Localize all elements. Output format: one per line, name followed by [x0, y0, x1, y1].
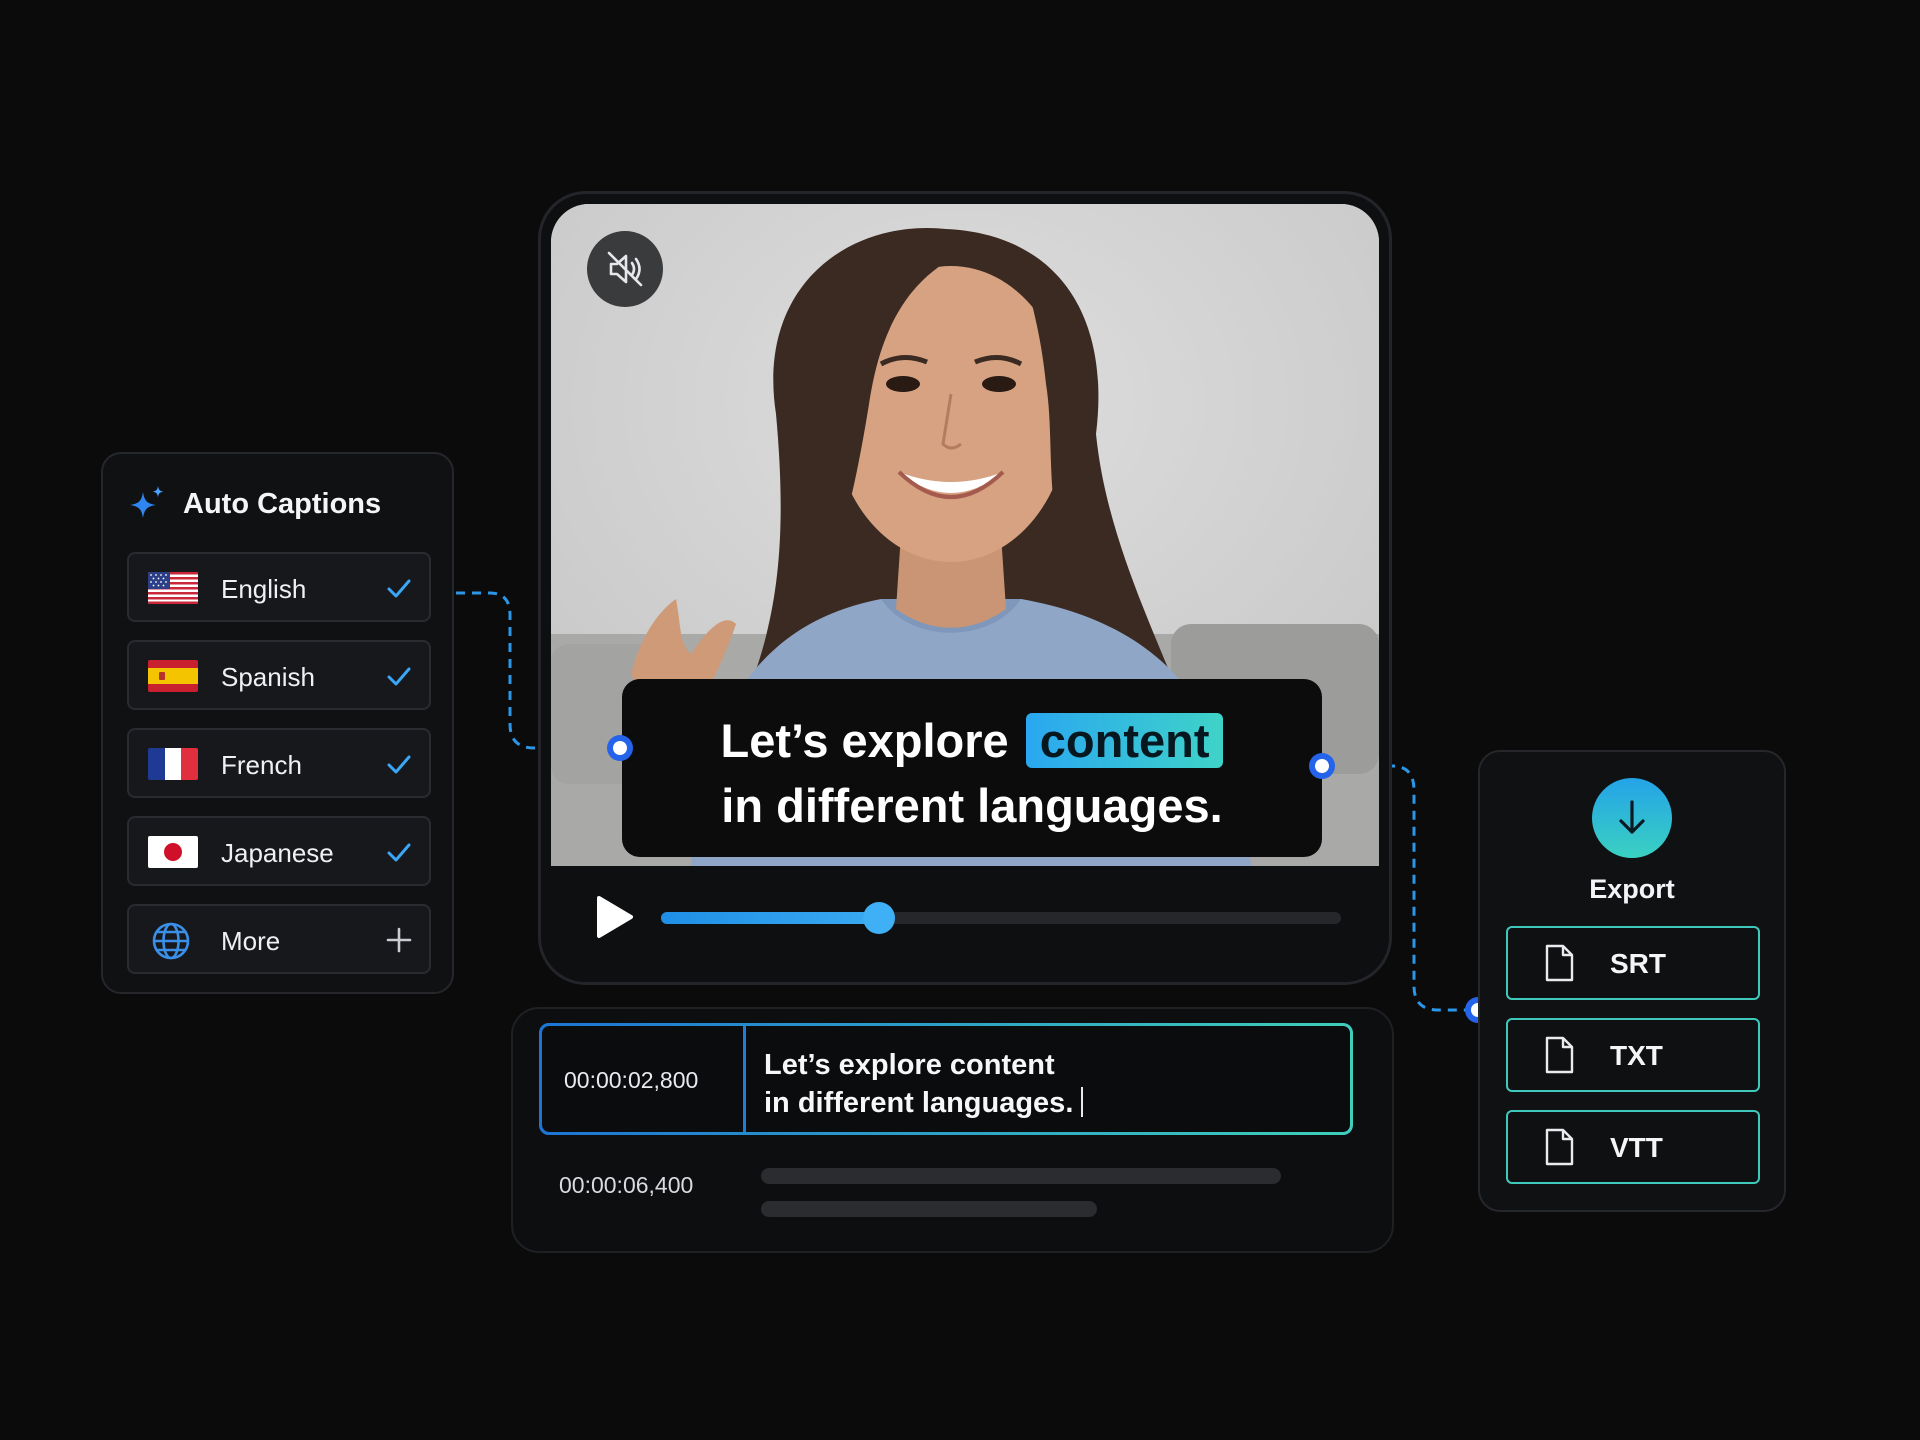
download-icon	[1619, 800, 1645, 834]
more-languages-button[interactable]: More	[127, 904, 431, 974]
export-panel: Export SRT TXT VTT	[1478, 750, 1786, 1212]
connector-node	[607, 735, 633, 761]
caption-highlighted-word: content	[1025, 713, 1224, 768]
globe-icon	[152, 922, 190, 960]
language-label: Japanese	[221, 838, 334, 868]
france-flag-icon	[148, 748, 198, 780]
auto-captions-panel: Auto Captions English Spanish French Jap…	[101, 452, 454, 994]
japan-flag-icon	[148, 836, 198, 868]
progress-thumb[interactable]	[862, 902, 895, 934]
checkmark-icon	[387, 843, 411, 862]
segment-divider	[743, 1026, 746, 1132]
language-label: French	[221, 750, 302, 780]
segment-text-line1: Let’s explore content	[764, 1049, 1055, 1081]
play-icon[interactable]	[591, 893, 637, 941]
player-controls	[541, 866, 1389, 982]
caption-text: Let’s explore	[720, 714, 1009, 767]
panel-title: Auto Captions	[183, 488, 382, 520]
plus-icon	[386, 927, 412, 953]
progress-track[interactable]	[661, 902, 1341, 934]
language-label: English	[221, 574, 307, 604]
more-label: More	[221, 926, 281, 956]
export-srt-button[interactable]: SRT	[1506, 926, 1760, 1000]
video-frame[interactable]: Let’s explore content in different langu…	[551, 204, 1379, 866]
mute-button[interactable]	[587, 231, 663, 307]
caption-segment-active[interactable]: 00:00:02,800 Let’s explore content in di…	[539, 1023, 1353, 1135]
video-player: Let’s explore content in different langu…	[538, 191, 1392, 985]
muted-speaker-icon	[607, 251, 643, 287]
text-caret	[1081, 1087, 1084, 1117]
segment-text-placeholder	[761, 1168, 1281, 1184]
sparkle-icon	[130, 486, 164, 518]
segment-timestamp: 00:00:02,800	[564, 1067, 699, 1093]
export-button[interactable]	[1592, 778, 1672, 858]
language-option-french[interactable]: French	[127, 728, 431, 798]
export-vtt-button[interactable]: VTT	[1506, 1110, 1760, 1184]
checkmark-icon	[387, 755, 411, 774]
caption-timeline: 00:00:02,800 Let’s explore content in di…	[511, 1007, 1394, 1253]
progress-fill	[661, 912, 879, 924]
language-label: Spanish	[221, 662, 315, 692]
connector-node	[1309, 753, 1335, 779]
segment-text-line2: in different languages.	[764, 1087, 1074, 1119]
spain-flag-icon	[148, 660, 198, 692]
export-label: Export	[1589, 874, 1675, 904]
segment-text-editor[interactable]: Let’s explore content in different langu…	[764, 1046, 1084, 1122]
format-label: TXT	[1610, 1040, 1663, 1071]
us-flag-icon	[148, 572, 198, 604]
format-label: SRT	[1610, 948, 1666, 979]
export-txt-button[interactable]: TXT	[1506, 1018, 1760, 1092]
format-label: VTT	[1610, 1132, 1663, 1163]
file-icon	[1545, 1036, 1574, 1074]
caption-overlay: Let’s explore content in different langu…	[622, 679, 1322, 857]
file-icon	[1545, 944, 1574, 982]
segment-timestamp: 00:00:06,400	[559, 1172, 694, 1198]
language-option-spanish[interactable]: Spanish	[127, 640, 431, 710]
file-icon	[1545, 1128, 1574, 1166]
language-option-english[interactable]: English	[127, 552, 431, 622]
checkmark-icon	[387, 667, 411, 686]
language-option-japanese[interactable]: Japanese	[127, 816, 431, 886]
segment-text-placeholder	[761, 1201, 1097, 1217]
caption-text-line2: in different languages.	[721, 779, 1223, 832]
checkmark-icon	[387, 579, 411, 598]
